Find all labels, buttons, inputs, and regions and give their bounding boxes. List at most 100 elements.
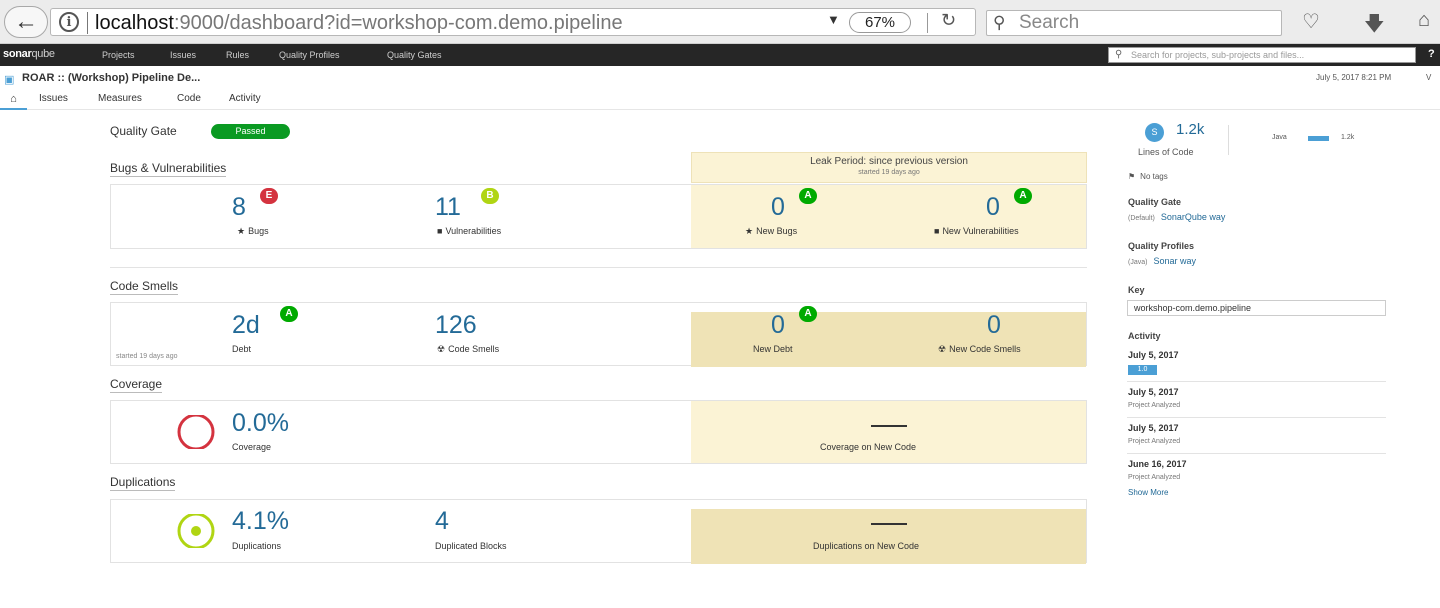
new-vulnerabilities-rating-badge: A bbox=[1014, 188, 1032, 204]
nav-rules[interactable]: Rules bbox=[226, 50, 249, 60]
nav-quality-profiles[interactable]: Quality Profiles bbox=[279, 50, 340, 60]
tags[interactable]: ⚑ No tags bbox=[1128, 172, 1168, 181]
sonarqube-logo[interactable]: sonarqube bbox=[3, 48, 55, 60]
lock-icon: ■ bbox=[437, 226, 443, 236]
vulnerabilities-metric[interactable]: 11 B bbox=[435, 188, 499, 220]
code-smells-value[interactable]: 126 bbox=[435, 312, 477, 338]
new-bugs-rating-badge: A bbox=[799, 188, 817, 204]
activity-event: Project Analyzed bbox=[1128, 474, 1181, 481]
tag-icon: ⚑ bbox=[1128, 172, 1136, 181]
vulnerabilities-label: ■ Vulnerabilities bbox=[437, 226, 502, 236]
duplications-value[interactable]: 4.1% bbox=[232, 508, 289, 534]
debt-metric[interactable]: 2d A bbox=[232, 306, 298, 338]
bugs-metric[interactable]: 8 E bbox=[232, 188, 278, 220]
size-rating-badge: S bbox=[1145, 123, 1164, 142]
duplicated-blocks-metric[interactable]: 4 bbox=[435, 508, 449, 534]
project-title[interactable]: ROAR :: (Workshop) Pipeline De... bbox=[22, 72, 200, 84]
divider bbox=[1127, 381, 1386, 382]
new-debt-rating-badge: A bbox=[799, 306, 817, 322]
debt-rating-badge: A bbox=[280, 306, 298, 322]
activity-date: June 16, 2017 bbox=[1128, 459, 1187, 469]
duplicated-blocks-value[interactable]: 4 bbox=[435, 508, 449, 534]
duplications-metric[interactable]: 4.1% bbox=[232, 508, 289, 534]
divider bbox=[1127, 453, 1386, 454]
pocket-icon[interactable]: ♡ bbox=[1302, 9, 1320, 34]
coverage-value[interactable]: 0.0% bbox=[232, 410, 289, 436]
new-code-smells-value[interactable]: 0 bbox=[987, 312, 1001, 338]
quality-gate-status-badge: Passed bbox=[211, 124, 290, 139]
url-divider bbox=[927, 13, 928, 33]
sonar-top-nav: sonarqube Projects Issues Rules Quality … bbox=[0, 44, 1440, 66]
project-header: ▣ ROAR :: (Workshop) Pipeline De... July… bbox=[0, 66, 1440, 110]
global-search-input[interactable]: ⚲ Search for projects, sub-projects and … bbox=[1108, 47, 1416, 63]
analysis-date: July 5, 2017 8:21 PM bbox=[1316, 73, 1392, 82]
sidebar-quality-gate: (Default) SonarQube way bbox=[1128, 212, 1226, 222]
home-icon[interactable]: ⌂ bbox=[1418, 9, 1430, 32]
search-icon: ⚲ bbox=[1115, 49, 1123, 60]
section-title-coverage[interactable]: Coverage bbox=[110, 377, 163, 393]
version-label: V bbox=[1426, 73, 1432, 82]
nav-quality-gates[interactable]: Quality Gates bbox=[387, 50, 442, 60]
download-icon[interactable]: 🡇 bbox=[1364, 9, 1385, 43]
tab-issues[interactable]: Issues bbox=[39, 93, 68, 104]
activity-event: Project Analyzed bbox=[1128, 438, 1181, 445]
new-duplications-label: Duplications on New Code bbox=[813, 541, 920, 551]
divider bbox=[1228, 125, 1229, 155]
leak-area bbox=[691, 401, 1086, 463]
lines-of-code-label: Lines of Code bbox=[1138, 147, 1194, 157]
code-smells-metric[interactable]: 126 bbox=[435, 312, 477, 338]
debt-value[interactable]: 2d bbox=[232, 312, 260, 338]
url-text[interactable]: localhost:9000/dashboard?id=workshop-com… bbox=[95, 10, 623, 36]
new-debt-metric[interactable]: 0 A bbox=[771, 306, 817, 338]
sidebar-key-title: Key bbox=[1128, 285, 1145, 295]
leak-area bbox=[691, 312, 1086, 367]
new-vulnerabilities-metric[interactable]: 0 A bbox=[986, 188, 1032, 220]
leak-period-header: Leak Period: since previous version star… bbox=[691, 152, 1087, 183]
version-badge: 1.0 bbox=[1128, 365, 1157, 375]
radiation-icon: ☢ bbox=[437, 344, 446, 354]
browser-search-input[interactable]: ⚲ Search bbox=[986, 10, 1282, 36]
home-icon[interactable]: ⌂ bbox=[0, 91, 27, 110]
activity-date: July 5, 2017 bbox=[1128, 387, 1179, 397]
zoom-level[interactable]: 67% bbox=[849, 12, 911, 33]
bugs-label: ★ Bugs bbox=[237, 226, 269, 236]
activity-date: July 5, 2017 bbox=[1128, 350, 1179, 360]
language-distribution-bar bbox=[1308, 136, 1329, 141]
section-title-code-smells[interactable]: Code Smells bbox=[110, 279, 179, 295]
quality-gate-link[interactable]: SonarQube way bbox=[1161, 212, 1226, 222]
tab-measures[interactable]: Measures bbox=[98, 93, 142, 104]
leak-period-started: started 19 days ago bbox=[858, 169, 920, 176]
new-debt-value[interactable]: 0 bbox=[771, 312, 785, 338]
new-code-smells-label: ☢ New Code Smells bbox=[938, 344, 1021, 354]
quality-profile-link[interactable]: Sonar way bbox=[1153, 256, 1196, 266]
vulnerabilities-value[interactable]: 11 bbox=[435, 194, 461, 220]
section-title-duplications[interactable]: Duplications bbox=[110, 475, 176, 491]
activity-date: July 5, 2017 bbox=[1128, 423, 1179, 433]
nav-projects[interactable]: Projects bbox=[102, 50, 135, 60]
new-coverage-dash bbox=[871, 425, 907, 427]
show-more-link[interactable]: Show More bbox=[1128, 488, 1168, 497]
project-key-field[interactable]: workshop-com.demo.pipeline bbox=[1127, 300, 1386, 316]
chevron-down-icon[interactable]: ▼ bbox=[827, 12, 840, 27]
new-coverage-label: Coverage on New Code bbox=[820, 442, 917, 452]
section-title-bugs[interactable]: Bugs & Vulnerabilities bbox=[110, 161, 227, 177]
url-divider bbox=[87, 12, 88, 34]
address-bar[interactable]: i localhost:9000/dashboard?id=workshop-c… bbox=[50, 8, 976, 36]
new-bugs-value[interactable]: 0 bbox=[771, 194, 785, 220]
info-icon[interactable]: i bbox=[59, 12, 79, 32]
new-vulnerabilities-value[interactable]: 0 bbox=[986, 194, 1000, 220]
coverage-metric[interactable]: 0.0% bbox=[232, 410, 289, 436]
coverage-donut-chart bbox=[177, 415, 215, 449]
tab-code[interactable]: Code bbox=[177, 93, 201, 104]
code-smells-label: ☢ Code Smells bbox=[437, 344, 500, 354]
nav-issues[interactable]: Issues bbox=[170, 50, 196, 60]
lines-of-code-value[interactable]: 1.2k bbox=[1176, 121, 1204, 138]
duplications-label: Duplications bbox=[232, 541, 282, 551]
bugs-value[interactable]: 8 bbox=[232, 194, 246, 220]
new-code-smells-metric[interactable]: 0 bbox=[987, 312, 1001, 338]
tab-activity[interactable]: Activity bbox=[229, 93, 261, 104]
help-icon[interactable]: ? bbox=[1428, 48, 1435, 60]
new-bugs-metric[interactable]: 0 A bbox=[771, 188, 817, 220]
back-arrow-icon[interactable]: ← bbox=[4, 6, 48, 38]
reload-icon[interactable]: ↻ bbox=[941, 10, 956, 31]
